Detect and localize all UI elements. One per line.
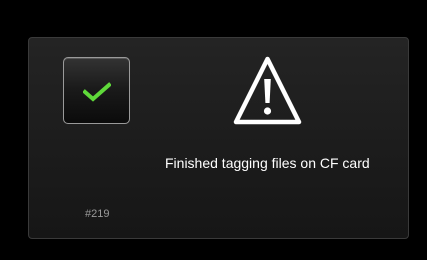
message-code: #219	[85, 208, 110, 220]
warning-icon	[233, 56, 302, 125]
confirm-button[interactable]	[63, 57, 130, 124]
dialog-message: Finished tagging files on CF card	[165, 155, 370, 171]
notification-dialog: Finished tagging files on CF card #219	[28, 37, 409, 239]
checkmark-icon	[83, 82, 111, 102]
